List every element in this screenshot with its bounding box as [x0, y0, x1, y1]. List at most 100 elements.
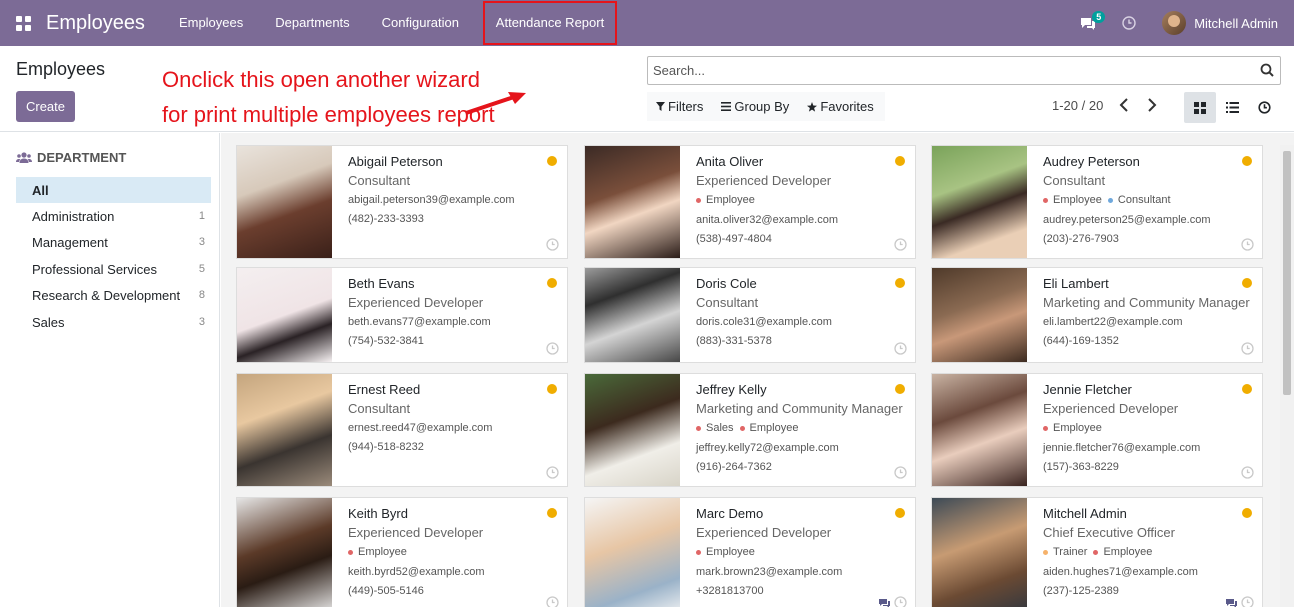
employee-card[interactable]: Jennie Fletcher Experienced Developer Empl…	[931, 373, 1263, 487]
activity-clock-icon[interactable]	[894, 596, 907, 607]
kanban-view-icon[interactable]	[1184, 92, 1216, 123]
employee-card[interactable]: Ernest Reed Consultant ernest.reed47@examp…	[236, 373, 568, 487]
department-item-research-development[interactable]: Research & Development 8	[16, 282, 211, 308]
employee-job-title: Consultant	[348, 401, 411, 416]
employee-name: Marc Demo	[696, 506, 764, 521]
employee-email: jeffrey.kelly72@example.com	[696, 442, 839, 454]
employee-card[interactable]: Jeffrey Kelly Marketing and Community Man…	[584, 373, 916, 487]
employee-name: Anita Oliver	[696, 154, 764, 169]
activity-clock-icon[interactable]	[546, 342, 559, 358]
employee-card[interactable]: Mitchell Admin Chief Executive Officer Tra…	[931, 497, 1263, 607]
activity-clock-icon[interactable]	[546, 596, 559, 607]
app-menu-icon[interactable]	[0, 0, 46, 46]
card-activities	[546, 466, 559, 482]
activity-clock-icon[interactable]	[894, 238, 907, 254]
menu-configuration[interactable]: Configuration	[366, 0, 475, 46]
scrollbar-thumb[interactable]	[1283, 151, 1291, 395]
department-item-count: 3	[198, 236, 205, 248]
star-icon	[807, 101, 818, 112]
employee-card[interactable]: Beth Evans Experienced Developer beth.evan…	[236, 267, 568, 363]
department-heading-label: DEPARTMENT	[37, 150, 127, 165]
app-brand[interactable]: Employees	[46, 12, 145, 35]
employee-tag: Employee	[739, 422, 798, 434]
card-activities	[894, 466, 907, 482]
activity-clock-icon[interactable]	[1241, 238, 1254, 254]
employee-tag: Employee	[1043, 422, 1102, 434]
card-activities	[546, 342, 559, 358]
employee-name: Abigail Peterson	[348, 154, 443, 169]
tag-label: Employee	[706, 546, 755, 558]
employee-job-title: Consultant	[1043, 173, 1106, 188]
department-item-all[interactable]: All	[16, 177, 211, 203]
filters-button[interactable]: Filters	[647, 92, 712, 121]
activity-clock-icon[interactable]	[1241, 596, 1254, 607]
messages-icon[interactable]: 5	[1080, 11, 1106, 33]
pager-previous-icon[interactable]	[1117, 97, 1131, 113]
favorites-label: Favorites	[820, 99, 874, 114]
groupby-icon	[721, 102, 732, 111]
activity-clock-icon[interactable]	[1122, 16, 1136, 30]
employee-card[interactable]: Marc Demo Experienced Developer Employee ma…	[584, 497, 916, 607]
employee-phone: (538)-497-4804	[696, 233, 772, 245]
menu-departments[interactable]: Departments	[259, 0, 365, 46]
scrollbar[interactable]	[1280, 145, 1294, 607]
create-button[interactable]: Create	[16, 91, 75, 122]
employee-job-title: Consultant	[696, 295, 759, 310]
employee-phone: (203)-276-7903	[1043, 233, 1119, 245]
employee-card[interactable]: Abigail Peterson Consultant abigail.peters…	[236, 145, 568, 259]
employee-card[interactable]: Eli Lambert Marketing and Community Manag…	[931, 267, 1263, 363]
search-input[interactable]	[648, 57, 1228, 84]
employee-email: anita.oliver32@example.com	[696, 214, 839, 226]
list-view-icon[interactable]	[1216, 92, 1248, 123]
annotation-arrow-icon	[465, 92, 526, 115]
department-item-label: Administration	[32, 208, 115, 224]
employee-card[interactable]: Anita Oliver Experienced Developer Employe…	[584, 145, 916, 259]
employee-card[interactable]: Audrey Peterson Consultant Employee Consult…	[931, 145, 1263, 259]
user-avatar[interactable]	[1162, 11, 1187, 35]
annotation-line-1: Onclick this open another wizard	[162, 67, 480, 92]
pager-value[interactable]: 1-20 / 20	[1052, 98, 1103, 113]
employee-card[interactable]: Keith Byrd Experienced Developer Employee k…	[236, 497, 568, 607]
control-panel: Employees Create Onclick this open anoth…	[0, 46, 1294, 132]
activity-view-icon[interactable]	[1248, 92, 1280, 123]
menu-employees[interactable]: Employees	[163, 0, 259, 46]
employee-tags: Employee	[696, 193, 907, 207]
employee-card[interactable]: Doris Cole Consultant doris.cole31@example…	[584, 267, 916, 363]
employee-name: Eli Lambert	[1043, 276, 1109, 291]
employee-email: keith.byrd52@example.com	[348, 566, 485, 578]
employee-photo	[585, 146, 680, 258]
employee-phone: +3281813700	[696, 585, 764, 597]
department-item-management[interactable]: Management 3	[16, 229, 211, 255]
employee-name: Audrey Peterson	[1043, 154, 1140, 169]
activity-clock-icon[interactable]	[546, 466, 559, 482]
user-name[interactable]: Mitchell Admin	[1194, 16, 1278, 31]
activity-clock-icon[interactable]	[894, 466, 907, 482]
employee-job-title: Marketing and Community Manager	[1043, 295, 1250, 310]
employee-name: Beth Evans	[348, 276, 415, 291]
employee-tag: Employee	[696, 194, 755, 206]
activity-clock-icon[interactable]	[894, 342, 907, 358]
favorites-button[interactable]: Favorites	[798, 92, 882, 121]
employee-info: Eli Lambert Marketing and Community Manag…	[1043, 276, 1254, 348]
tag-label: Employee	[1103, 546, 1153, 558]
employee-info: Beth Evans Experienced Developer beth.evan…	[348, 276, 559, 348]
activity-clock-icon[interactable]	[1241, 342, 1254, 358]
employee-photo	[237, 268, 332, 362]
tag-label: Employee	[706, 194, 755, 206]
department-item-count: 3	[198, 316, 205, 328]
activity-clock-icon[interactable]	[1241, 466, 1254, 482]
search-icon[interactable]	[1260, 63, 1274, 80]
employee-info: Abigail Peterson Consultant abigail.peters…	[348, 154, 559, 226]
department-item-label: Professional Services	[32, 261, 157, 277]
chat-icon[interactable]	[878, 597, 891, 607]
department-item-sales[interactable]: Sales 3	[16, 309, 211, 335]
pager-next-icon[interactable]	[1145, 97, 1159, 113]
search-options: Filters Group By Favorites	[647, 92, 885, 121]
chat-icon[interactable]	[1225, 597, 1238, 607]
activity-clock-icon[interactable]	[546, 238, 559, 254]
department-item-administration[interactable]: Administration 1	[16, 203, 211, 229]
groupby-button[interactable]: Group By	[712, 92, 798, 121]
employee-email: audrey.peterson25@example.com	[1043, 214, 1211, 226]
menu-attendance-report[interactable]: Attendance Report	[483, 1, 617, 45]
department-item-professional-services[interactable]: Professional Services 5	[16, 256, 211, 282]
